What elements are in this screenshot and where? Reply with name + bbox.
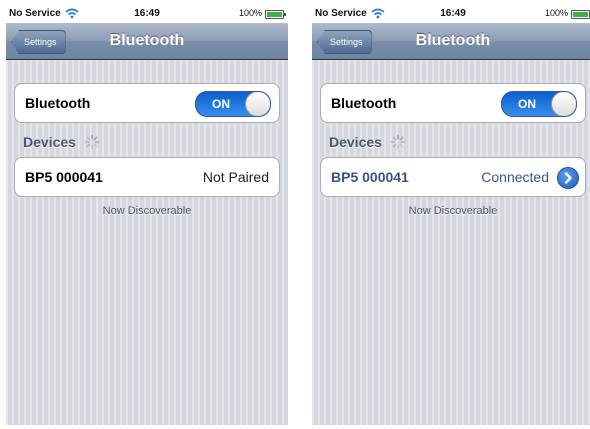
battery-percent: 100% bbox=[238, 8, 262, 18]
devices-header-label: Devices bbox=[329, 134, 382, 150]
navigation-bar: Settings Bluetooth bbox=[6, 23, 288, 60]
page-title: Bluetooth bbox=[109, 32, 185, 49]
devices-header-label: Devices bbox=[23, 134, 76, 150]
battery-icon bbox=[571, 10, 590, 19]
bluetooth-toggle-row: Bluetooth ON bbox=[14, 83, 280, 123]
devices-section-header: Devices bbox=[329, 134, 406, 150]
status-bar: No Service 16:49 100% bbox=[6, 5, 288, 23]
device-status: Not Paired bbox=[202, 169, 269, 185]
discoverable-footer: Now Discoverable bbox=[408, 205, 498, 217]
battery-fill bbox=[267, 12, 282, 17]
battery-percent: 100% bbox=[544, 8, 568, 18]
discoverable-footer: Now Discoverable bbox=[102, 205, 192, 217]
chevron-right-icon bbox=[564, 172, 572, 184]
phone-screen-not-paired: No Service 16:49 100% Settings Bluetooth… bbox=[6, 5, 288, 425]
toggle-on-label: ON bbox=[212, 97, 230, 111]
battery-fill bbox=[573, 12, 588, 17]
status-bar: No Service 16:49 100% bbox=[312, 5, 590, 23]
bluetooth-toggle[interactable]: ON bbox=[501, 91, 577, 117]
bluetooth-toggle-row: Bluetooth ON bbox=[320, 83, 586, 123]
device-row[interactable]: BP5 000041 Connected bbox=[320, 157, 586, 197]
device-name: BP5 000041 bbox=[331, 169, 409, 185]
bluetooth-row-label: Bluetooth bbox=[331, 95, 397, 111]
toggle-on-label: ON bbox=[518, 97, 536, 111]
device-row[interactable]: BP5 000041 Not Paired bbox=[14, 157, 280, 197]
detail-disclosure-icon[interactable] bbox=[557, 167, 579, 189]
navigation-bar: Settings Bluetooth bbox=[312, 23, 590, 60]
device-name: BP5 000041 bbox=[25, 169, 103, 185]
bluetooth-toggle[interactable]: ON bbox=[195, 91, 271, 117]
toggle-knob bbox=[245, 92, 270, 116]
device-status: Connected bbox=[481, 169, 549, 185]
devices-section-header: Devices bbox=[23, 134, 100, 150]
activity-spinner-icon bbox=[390, 134, 406, 150]
page-title: Bluetooth bbox=[415, 32, 491, 49]
toggle-knob bbox=[551, 92, 576, 116]
phone-screen-connected: No Service 16:49 100% Settings Bluetooth… bbox=[312, 5, 590, 425]
bluetooth-row-label: Bluetooth bbox=[25, 95, 91, 111]
battery-icon bbox=[265, 10, 286, 19]
activity-spinner-icon bbox=[84, 134, 100, 150]
